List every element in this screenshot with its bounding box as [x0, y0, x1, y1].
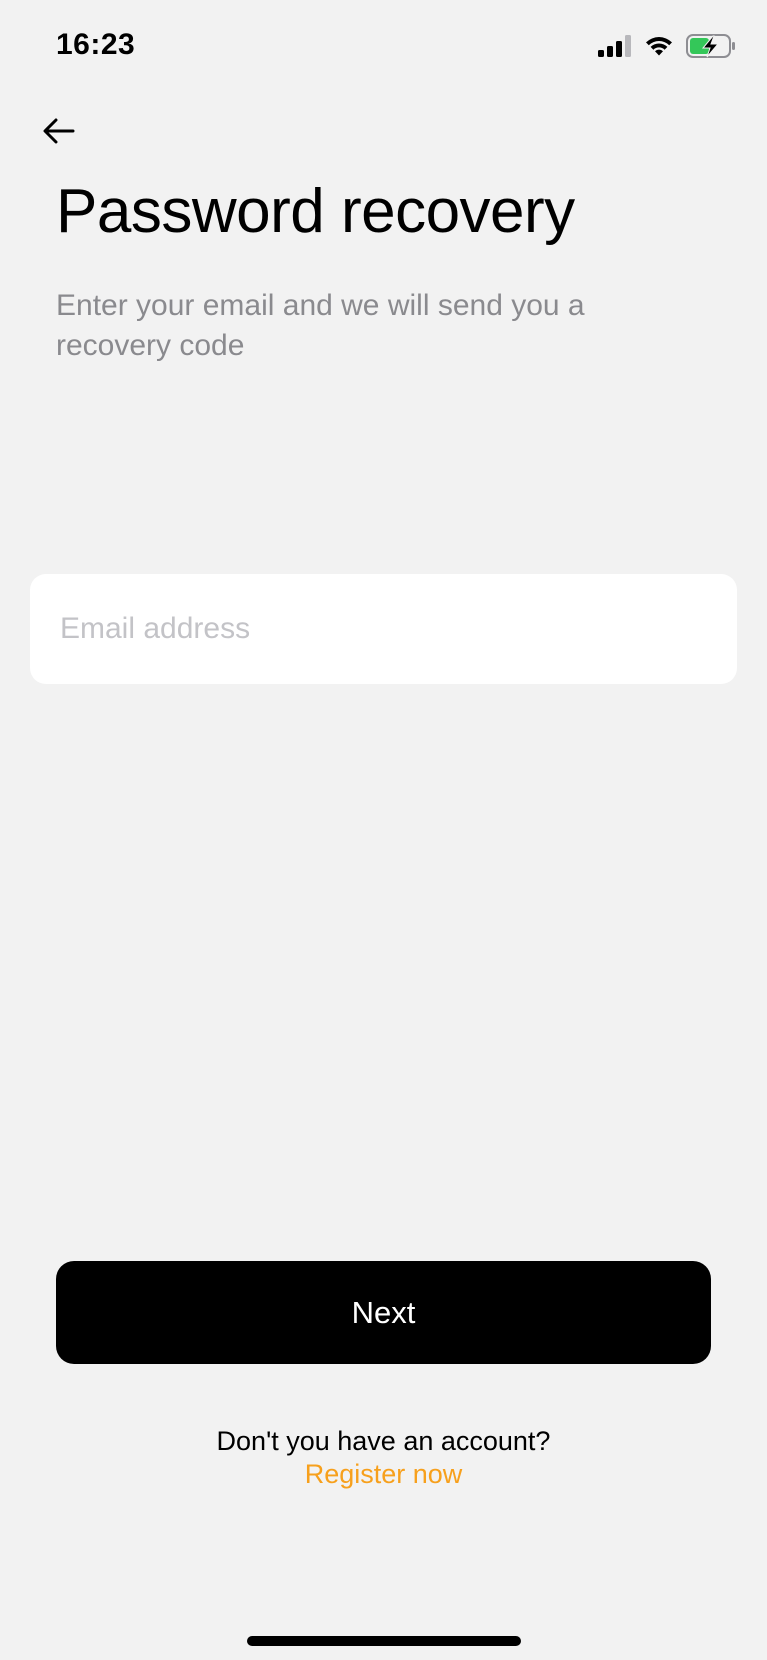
page-title: Password recovery [56, 177, 575, 246]
next-button[interactable]: Next [56, 1261, 711, 1364]
back-button[interactable] [34, 106, 84, 156]
email-field[interactable] [30, 574, 737, 684]
wifi-icon [646, 37, 672, 56]
page-subtitle: Enter your email and we will send you a … [56, 289, 585, 362]
status-time: 16:23 [56, 28, 136, 61]
register-now-link[interactable]: Register now [0, 1457, 767, 1491]
arrow-left-icon [43, 118, 75, 144]
battery-charging-icon [686, 34, 735, 58]
home-indicator [247, 1636, 521, 1646]
status-icons [598, 32, 736, 60]
account-prompt: Don't you have an account? [216, 1426, 551, 1456]
cellular-signal-icon [598, 35, 631, 57]
status-bar: 16:23 [0, 0, 767, 96]
